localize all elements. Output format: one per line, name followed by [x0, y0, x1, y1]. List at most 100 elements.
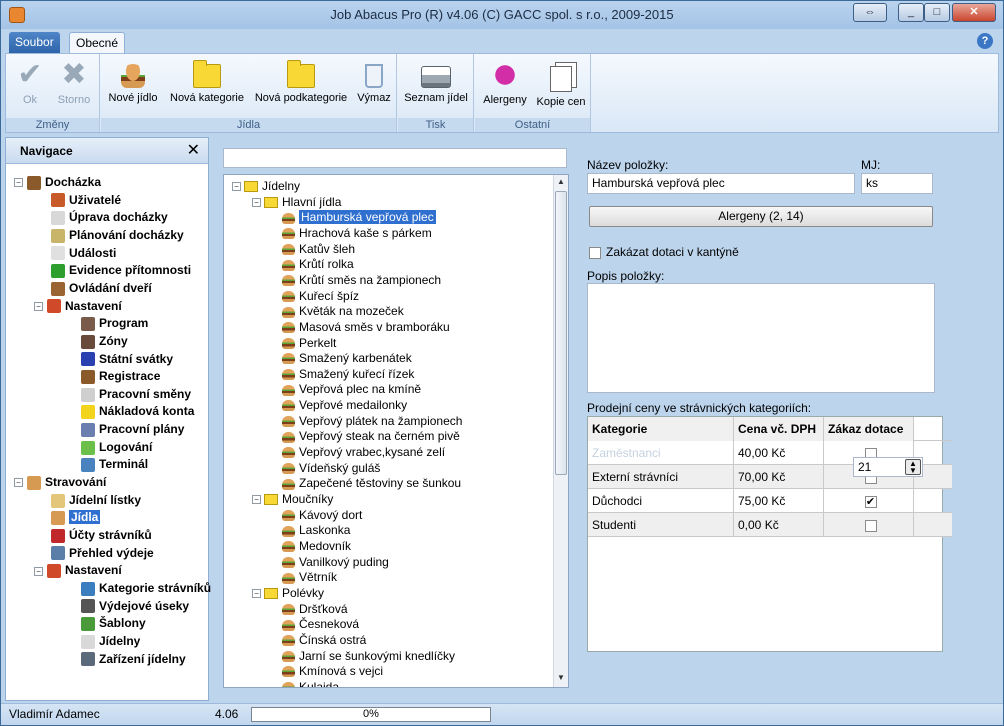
- minimize-button[interactable]: _: [898, 3, 924, 22]
- tree-meal-item[interactable]: Zapečené těstoviny se šunkou: [282, 476, 461, 491]
- tree-meal-item[interactable]: Kmínová s vejci: [282, 664, 383, 679]
- tree-meal-item[interactable]: Smažený karbenátek: [282, 351, 412, 366]
- description-field[interactable]: [587, 283, 935, 393]
- copy-prices-button[interactable]: Kopie cen: [535, 60, 587, 108]
- nav-item[interactable]: Kategorie strávníků: [64, 580, 211, 597]
- subsidy-ban-checkbox[interactable]: [864, 519, 877, 532]
- grid-price-cell[interactable]: 75,00 Kč: [734, 489, 824, 513]
- new-meal-button[interactable]: Nové jídlo: [107, 60, 159, 104]
- tree-meal-item[interactable]: Česneková: [282, 617, 359, 632]
- tree-meal-item[interactable]: Kulajda: [282, 680, 339, 687]
- expand-toggle-icon[interactable]: −: [252, 495, 261, 505]
- tree-meal-item[interactable]: Vepřový vrabec,kysané zelí: [282, 445, 445, 460]
- tree-meal-item[interactable]: Vanilkový puding: [282, 555, 389, 570]
- tree-folder[interactable]: − Hlavní jídla: [252, 195, 341, 210]
- subsidy-checkbox[interactable]: [589, 246, 601, 259]
- tree-meal-item[interactable]: Hamburská vepřová plec: [282, 210, 436, 225]
- name-field[interactable]: Hamburská vepřová plec: [587, 173, 855, 194]
- subsidy-ban-checkbox[interactable]: ✔: [864, 495, 877, 508]
- allergens-button[interactable]: Alergeny (2, 14): [589, 206, 933, 227]
- nav-item[interactable]: Nákladová konta: [64, 403, 194, 420]
- tree-meal-item[interactable]: Květák na mozeček: [282, 304, 404, 319]
- nav-item[interactable]: Program: [64, 315, 148, 332]
- ok-button[interactable]: ✔ Ok: [14, 60, 46, 107]
- grid-header-cell[interactable]: Zákaz dotace: [824, 417, 914, 441]
- grid-price-cell[interactable]: 0,00 Kč: [734, 513, 824, 537]
- tree-folder[interactable]: − Moučníky: [252, 492, 333, 507]
- tree-meal-item[interactable]: Medovník: [282, 539, 351, 554]
- expand-toggle-icon[interactable]: −: [14, 478, 23, 488]
- tree-meal-item[interactable]: Katův šleh: [282, 242, 355, 257]
- restore-icon[interactable]: ⇔: [853, 3, 887, 22]
- tree-meal-item[interactable]: Vepřový steak na černém pivě: [282, 429, 460, 444]
- tree-meal-item[interactable]: Smažený kuřecí řízek: [282, 367, 414, 382]
- nav-item[interactable]: Logování: [64, 439, 152, 456]
- meal-list-button[interactable]: Seznam jídel: [404, 60, 468, 104]
- tree-meal-item[interactable]: Jarní se šunkovými knedlíčky: [282, 649, 455, 664]
- expand-toggle-icon[interactable]: −: [14, 178, 23, 188]
- tree-meal-item[interactable]: Krůtí směs na žampionech: [282, 273, 441, 288]
- tree-meal-item[interactable]: Vepřové medailonky: [282, 398, 407, 413]
- tree-meal-item[interactable]: Laskonka: [282, 523, 350, 538]
- nav-item[interactable]: Výdejové úseky: [64, 598, 189, 615]
- tab-file[interactable]: Soubor: [9, 32, 60, 53]
- scroll-thumb[interactable]: [555, 191, 567, 475]
- expand-toggle-icon[interactable]: −: [252, 589, 261, 599]
- help-icon[interactable]: ?: [977, 33, 993, 49]
- grid-row[interactable]: Důchodci 75,00 Kč ✔: [588, 489, 952, 513]
- nav-item[interactable]: Uživatelé: [34, 192, 121, 209]
- new-category-button[interactable]: Nová kategorie: [169, 60, 245, 104]
- nav-item[interactable]: Terminál: [64, 456, 148, 473]
- tree-meal-item[interactable]: Hrachová kaše s párkem: [282, 226, 432, 241]
- subsidy-checkbox-row[interactable]: Zakázat dotaci v kantýně: [589, 245, 739, 259]
- nav-item[interactable]: Registrace: [64, 368, 160, 385]
- close-icon[interactable]: ✕: [187, 138, 200, 164]
- nav-item[interactable]: Plánování docházky: [34, 227, 184, 244]
- nav-item[interactable]: Události: [34, 245, 116, 262]
- nav-item[interactable]: Ovládání dveří: [34, 280, 152, 297]
- tree-meal-item[interactable]: Vídeňský guláš: [282, 461, 380, 476]
- grid-header-cell[interactable]: Cena vč. DPH: [734, 417, 824, 441]
- nav-item[interactable]: Jídelny: [64, 633, 140, 650]
- price-spin-editor[interactable]: 21 ▲ ▼: [853, 457, 923, 477]
- scroll-down-icon[interactable]: ▼: [554, 671, 568, 685]
- tab-general[interactable]: Obecné: [69, 32, 126, 53]
- tree-meal-item[interactable]: Kávový dort: [282, 508, 362, 523]
- nav-item[interactable]: Šablony: [64, 615, 146, 632]
- tree-folder[interactable]: − Jídelny: [232, 179, 300, 194]
- nav-item[interactable]: Jídla: [34, 509, 101, 526]
- grid-header-cell[interactable]: Kategorie: [588, 417, 734, 441]
- nav-item[interactable]: Jídelní lístky: [34, 492, 141, 509]
- grid-price-cell[interactable]: 40,00 Kč: [734, 441, 824, 465]
- tree-meal-item[interactable]: Masová směs v bramboráku: [282, 320, 450, 335]
- cancel-button[interactable]: ✖ Storno: [54, 60, 94, 107]
- nav-item[interactable]: Účty strávníků: [34, 527, 152, 544]
- expand-toggle-icon[interactable]: −: [232, 182, 241, 192]
- splitter[interactable]: [212, 137, 218, 701]
- delete-button[interactable]: Výmaz: [357, 60, 391, 104]
- tree-meal-item[interactable]: Krůtí rolka: [282, 257, 354, 272]
- maximize-button[interactable]: □: [924, 3, 950, 22]
- expand-toggle-icon[interactable]: −: [34, 301, 43, 311]
- grid-row[interactable]: Studenti 0,00 Kč: [588, 513, 952, 537]
- nav-item[interactable]: Přehled výdeje: [34, 545, 154, 562]
- spin-arrows-icon[interactable]: ▲ ▼: [905, 459, 921, 475]
- nav-item[interactable]: Pracovní směny: [64, 386, 191, 403]
- nav-item[interactable]: Zařízení jídelny: [64, 651, 186, 668]
- allergens-ribbon-button[interactable]: Alergeny: [481, 60, 529, 106]
- nav-item[interactable]: Úprava docházky: [34, 209, 168, 226]
- nav-item[interactable]: Pracovní plány: [64, 421, 184, 438]
- tree-meal-item[interactable]: Kuřecí špíz: [282, 289, 359, 304]
- scroll-up-icon[interactable]: ▲: [554, 175, 568, 189]
- new-subcategory-button[interactable]: Nová podkategorie: [253, 60, 349, 104]
- tree-meal-item[interactable]: Dršťková: [282, 602, 348, 617]
- tree-meal-item[interactable]: Vepřová plec na kmíně: [282, 382, 421, 397]
- nav-item[interactable]: − Stravování: [14, 474, 106, 491]
- tree-scrollbar[interactable]: ▲ ▼: [553, 175, 568, 687]
- nav-item[interactable]: Státní svátky: [64, 351, 173, 368]
- tree-meal-item[interactable]: Perkelt: [282, 336, 336, 351]
- nav-item[interactable]: − Nastavení: [34, 298, 122, 315]
- tree-meal-item[interactable]: Čínská ostrá: [282, 633, 366, 648]
- nav-item[interactable]: − Nastavení: [34, 562, 122, 579]
- expand-toggle-icon[interactable]: −: [34, 566, 43, 576]
